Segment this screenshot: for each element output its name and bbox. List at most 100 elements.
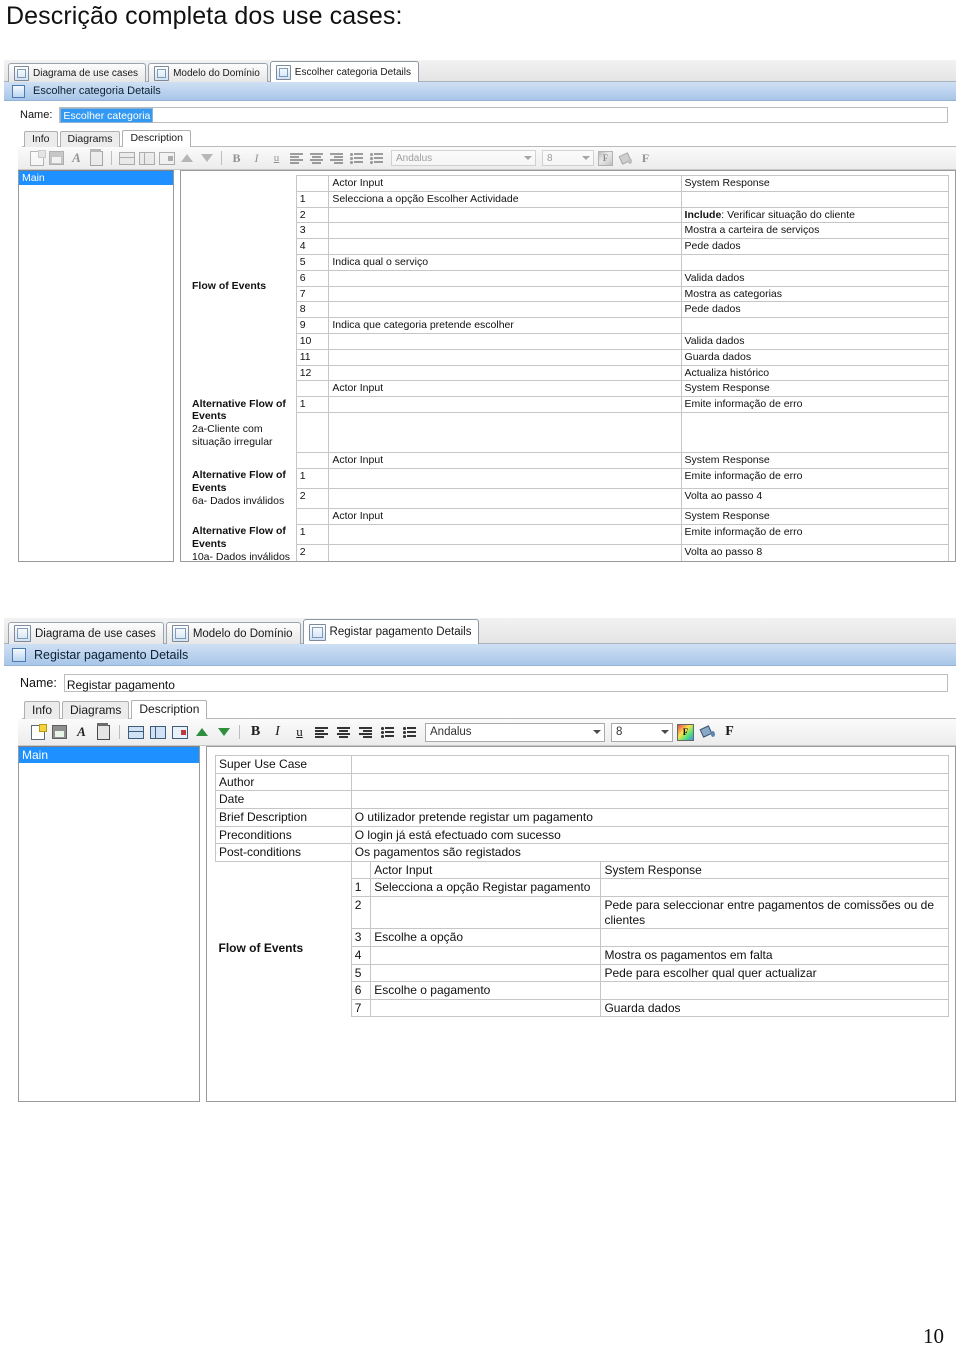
- system-response-cell[interactable]: Volta ao passo 4: [680, 487, 950, 510]
- system-response-cell[interactable]: Pede para escolher qual quer actualizar: [600, 963, 949, 983]
- actor-input-cell[interactable]: [370, 945, 602, 965]
- system-response-cell[interactable]: [680, 190, 950, 208]
- bold-button[interactable]: B: [246, 724, 265, 741]
- system-response-cell[interactable]: Mostra as categorias: [680, 285, 950, 303]
- insert-column-icon[interactable]: [126, 724, 145, 741]
- actor-input-cell[interactable]: Indica que categoria pretende escolher: [328, 317, 682, 334]
- tab-diagrama-de-use-cases[interactable]: Diagrama de use cases: [8, 63, 147, 82]
- actor-input-cell[interactable]: [328, 487, 682, 510]
- format-button[interactable]: F: [637, 150, 654, 167]
- save-icon[interactable]: [50, 724, 69, 741]
- description-document-panel[interactable]: Actor Input System Response Flow of Even…: [180, 170, 956, 562]
- system-response-cell[interactable]: Actualiza histórico: [680, 364, 950, 382]
- system-response-cell[interactable]: Pede dados: [680, 301, 950, 319]
- font-color-icon[interactable]: F: [597, 150, 614, 167]
- font-family-select[interactable]: Andalus: [425, 722, 605, 742]
- tab-diagrama-de-use-cases[interactable]: Diagrama de use cases: [8, 622, 164, 644]
- actor-input-cell[interactable]: [328, 396, 682, 413]
- underline-button[interactable]: u: [290, 724, 309, 741]
- save-icon[interactable]: [48, 150, 65, 167]
- actor-input-cell[interactable]: [370, 963, 602, 983]
- actor-input-cell[interactable]: Escolhe o pagamento: [370, 981, 602, 1000]
- system-response-cell[interactable]: Valida dados: [680, 269, 950, 287]
- system-response-cell[interactable]: Emite informação de erro: [680, 523, 950, 546]
- system-response-cell[interactable]: [600, 878, 949, 897]
- new-document-icon[interactable]: [28, 149, 46, 167]
- format-button[interactable]: F: [720, 724, 739, 741]
- tab-modelo-do-dominio[interactable]: Modelo do Domínio: [165, 622, 301, 644]
- tab-diagrams[interactable]: Diagrams: [59, 131, 121, 147]
- font-family-select[interactable]: Andalus: [391, 150, 536, 166]
- system-response-cell[interactable]: Guarda dados: [600, 998, 949, 1018]
- align-left-icon[interactable]: [312, 724, 331, 741]
- system-response-cell[interactable]: Include: Verificar situação do cliente: [680, 206, 950, 224]
- underline-button[interactable]: u: [268, 150, 285, 167]
- tree-item-main[interactable]: Main: [19, 747, 199, 763]
- actor-input-cell[interactable]: [328, 523, 682, 546]
- name-input[interactable]: Escolher categoria: [59, 107, 948, 123]
- system-response-cell[interactable]: [680, 253, 950, 271]
- tree-item-main[interactable]: Main: [19, 171, 173, 185]
- actor-input-cell[interactable]: Escolhe a opção: [370, 928, 602, 947]
- insert-step-icon[interactable]: [158, 150, 175, 167]
- actor-input-cell[interactable]: [328, 222, 682, 240]
- new-document-icon[interactable]: [28, 723, 47, 741]
- insert-table-icon[interactable]: [138, 150, 155, 167]
- info-value[interactable]: O utilizador pretende registar um pagame…: [350, 807, 950, 827]
- insert-table-icon[interactable]: [148, 724, 167, 741]
- bulleted-list-icon[interactable]: [400, 724, 419, 741]
- actor-input-cell[interactable]: [328, 238, 682, 255]
- actor-input-cell[interactable]: [328, 364, 682, 382]
- delete-icon[interactable]: [88, 148, 105, 167]
- tab-escolher-categoria-details[interactable]: Escolher categoria Details: [269, 61, 419, 82]
- actor-input-cell[interactable]: [370, 895, 602, 930]
- delete-icon[interactable]: [94, 722, 113, 741]
- move-down-icon[interactable]: [214, 724, 233, 741]
- system-response-cell[interactable]: [680, 411, 950, 453]
- align-left-icon[interactable]: [288, 150, 305, 167]
- tab-modelo-do-dominio[interactable]: Modelo do Domínio: [148, 63, 268, 82]
- move-up-icon[interactable]: [192, 724, 211, 741]
- tab-diagrams[interactable]: Diagrams: [62, 701, 130, 719]
- align-right-icon[interactable]: [328, 150, 345, 167]
- numbered-list-icon[interactable]: [348, 150, 365, 167]
- italic-button[interactable]: I: [248, 150, 265, 167]
- align-right-icon[interactable]: [356, 724, 375, 741]
- system-response-cell[interactable]: Mostra a carteira de serviços: [680, 222, 950, 240]
- fill-color-icon[interactable]: [617, 150, 634, 167]
- system-response-cell[interactable]: Pede para seleccionar entre pagamentos d…: [600, 895, 949, 930]
- fill-color-icon[interactable]: [698, 724, 717, 741]
- info-value[interactable]: O login já está efectuado com sucesso: [350, 825, 950, 845]
- tab-registar-pagamento-details[interactable]: Registar pagamento Details: [302, 619, 480, 644]
- move-up-icon[interactable]: [178, 150, 195, 167]
- font-size-select[interactable]: 8: [542, 150, 594, 166]
- font-size-select[interactable]: 8: [611, 722, 673, 742]
- actor-input-cell[interactable]: [328, 332, 682, 350]
- insert-column-icon[interactable]: [118, 150, 135, 167]
- bulleted-list-icon[interactable]: [368, 150, 385, 167]
- system-response-cell[interactable]: [600, 981, 949, 1000]
- insert-step-icon[interactable]: [170, 724, 189, 741]
- font-color-icon[interactable]: F: [676, 723, 695, 741]
- description-document-panel[interactable]: Super Use Case Author Date Brief Descrip…: [206, 746, 956, 1102]
- move-down-icon[interactable]: [198, 150, 215, 167]
- info-value[interactable]: [350, 772, 950, 792]
- numbered-list-icon[interactable]: [378, 724, 397, 741]
- tab-info[interactable]: Info: [24, 131, 58, 147]
- actor-input-cell[interactable]: [328, 544, 682, 561]
- format-painter-icon[interactable]: A: [72, 724, 91, 741]
- info-value[interactable]: [350, 790, 950, 809]
- actor-input-cell[interactable]: [328, 348, 682, 366]
- actor-input-cell[interactable]: [328, 269, 682, 287]
- name-input[interactable]: Registar pagamento: [63, 674, 948, 692]
- align-center-icon[interactable]: [334, 724, 353, 741]
- actor-input-cell[interactable]: Selecciona a opção Escolher Actividade: [328, 190, 682, 208]
- actor-input-cell[interactable]: [328, 285, 682, 303]
- system-response-cell[interactable]: [600, 928, 949, 947]
- bold-button[interactable]: B: [228, 150, 245, 167]
- tab-description[interactable]: Description: [122, 130, 191, 147]
- system-response-cell[interactable]: Emite informação de erro: [680, 467, 950, 489]
- italic-button[interactable]: I: [268, 724, 287, 741]
- structure-tree-panel[interactable]: Main: [18, 746, 200, 1102]
- actor-input-cell[interactable]: [328, 206, 682, 224]
